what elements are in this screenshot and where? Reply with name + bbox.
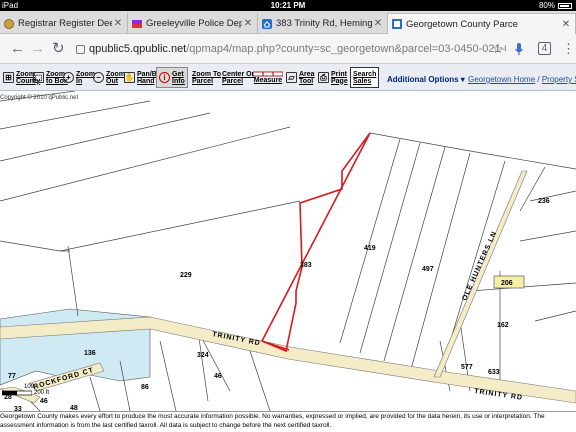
map-canvas[interactable]: 229 383 419 497 236 206 162 136 324 46 8… <box>0 91 576 411</box>
battery-icon <box>558 3 572 9</box>
parcel-map[interactable]: 229 383 419 497 236 206 162 136 324 46 8… <box>0 91 576 411</box>
battery-percent: 80% <box>538 1 555 10</box>
parcel-label-633: 633 <box>488 369 500 376</box>
ole-hunters-ln-road <box>433 170 528 378</box>
back-arrow-icon[interactable]: ← <box>10 41 25 56</box>
additional-options-menu[interactable]: Additional Options ▾ <box>387 75 465 84</box>
scale-bar: 100 200 ft <box>2 384 49 396</box>
print-icon: ⎙ <box>318 72 329 83</box>
header-links: Georgetown Home / Property Search <box>468 75 576 84</box>
subject-parcel-383-outline <box>260 132 371 353</box>
tab-title: Greeleyville Police Depart <box>146 18 242 29</box>
home-icon <box>262 18 272 29</box>
ios-status-bar: iPad 10:21 PM 80% <box>0 0 576 11</box>
tab-title: Registrar Register Deeds <box>18 18 112 29</box>
disclaimer-line-1: Georgetown County makes every effort to … <box>0 413 545 420</box>
parcel-label-383: 383 <box>300 262 312 269</box>
parcel-label-46b: 46 <box>40 398 48 405</box>
parcel-label-136: 136 <box>84 350 96 357</box>
tab-count-icon[interactable]: 4 <box>538 42 551 55</box>
tab-title: Georgetown County Parce <box>406 18 518 30</box>
parcel-label-229: 229 <box>180 272 192 279</box>
area-tool[interactable]: ▱ Area Tool <box>286 67 315 88</box>
bookmark-star-icon[interactable]: ☆ <box>492 42 504 56</box>
tab-greeleyville[interactable]: Greeleyville Police Depart ✕ <box>128 13 258 34</box>
zoom-out-tool[interactable]: − Zoom Out <box>93 67 125 88</box>
tab-title: 383 Trinity Rd, Hemingwa <box>276 18 372 29</box>
georgetown-home-link[interactable]: Georgetown Home <box>468 75 535 84</box>
parcel-label-46: 46 <box>214 373 222 380</box>
parcel-label-324: 324 <box>197 352 209 359</box>
forward-arrow-icon[interactable]: → <box>30 41 45 56</box>
tab-georgetown-parcel[interactable]: Georgetown County Parce ✕ <box>388 13 576 34</box>
disclaimer: Georgetown County makes every effort to … <box>0 411 576 432</box>
close-icon[interactable]: ✕ <box>372 18 384 29</box>
parcel-label-206: 206 <box>501 280 513 287</box>
road-label-ole-hunters-ln: OLE HUNTERS LN <box>461 230 498 302</box>
tab-registrar[interactable]: Registrar Register Deeds ✕ <box>0 13 128 34</box>
search-sales-tool[interactable]: Search Sales <box>350 67 380 88</box>
url-host: qpublic5.qpublic.net <box>89 43 187 55</box>
clock: 10:21 PM <box>270 1 306 10</box>
parcel-label-236: 236 <box>538 198 550 205</box>
browser-address-bar: ← → ↻ qpublic5.qpublic.net/qpmap4/map.ph… <box>0 34 576 64</box>
zoom-in-tool[interactable]: + Zoom In <box>63 67 95 88</box>
area-icon: ▱ <box>286 72 297 83</box>
parcel-label-419: 419 <box>364 245 376 252</box>
url-field[interactable]: qpublic5.qpublic.net/qpmap4/map.php?coun… <box>76 39 506 59</box>
parcel-label-577: 577 <box>461 364 473 371</box>
zoom-to-parcel-tool[interactable]: Zoom To Parcel <box>192 67 221 88</box>
map-copyright: Copyright © 2010 qPublic.net <box>0 95 79 101</box>
close-icon[interactable]: ✕ <box>242 18 254 29</box>
scale-bar-graphic <box>2 390 32 396</box>
parcel-label-162: 162 <box>497 322 509 329</box>
disclaimer-line-2: assessment information is from the last … <box>0 422 332 429</box>
map-toolbar: ⊞ Zoom County ⬚ Zoom to Box + Zoom In − Zoom… <box>0 64 576 91</box>
property-search-link[interactable]: Property Search <box>542 75 576 84</box>
url-path: /qpmap4/map.php?county=sc_georgetown&par… <box>186 43 506 55</box>
microphone-icon[interactable] <box>514 42 524 59</box>
measure-tool[interactable]: Measure <box>253 67 283 88</box>
reload-icon[interactable]: ↻ <box>52 41 65 56</box>
badge-icon <box>132 19 142 29</box>
scale-bar-label: 200 ft <box>34 390 50 396</box>
zoom-county-icon: ⊞ <box>3 72 14 83</box>
seal-icon <box>4 18 14 29</box>
zoom-box-icon: ⬚ <box>33 72 44 83</box>
parcel-label-86: 86 <box>141 384 149 391</box>
zoom-in-icon: + <box>63 72 74 83</box>
zoom-out-icon: − <box>93 72 104 83</box>
parcel-label-497: 497 <box>422 266 434 273</box>
get-info-tool[interactable]: i Get Info <box>156 67 188 88</box>
hand-icon: ✋ <box>124 72 135 83</box>
print-page-tool[interactable]: ⎙ Print Page <box>318 67 348 88</box>
tab-trinity-rd[interactable]: 383 Trinity Rd, Hemingwa ✕ <box>258 13 388 34</box>
battery-status: 80% <box>539 1 572 10</box>
close-icon[interactable]: ✕ <box>112 18 124 29</box>
center-on-parcel-tool[interactable]: Center On Parcel <box>222 67 256 88</box>
parcel-label-77: 77 <box>8 373 16 380</box>
more-menu-icon[interactable]: ⋮ <box>562 42 575 56</box>
page-info-icon[interactable] <box>76 44 85 54</box>
tab-strip: Registrar Register Deeds ✕ Greeleyville … <box>0 11 576 34</box>
close-icon[interactable]: ✕ <box>560 19 572 30</box>
info-icon: i <box>159 72 170 83</box>
map-icon <box>392 19 402 29</box>
